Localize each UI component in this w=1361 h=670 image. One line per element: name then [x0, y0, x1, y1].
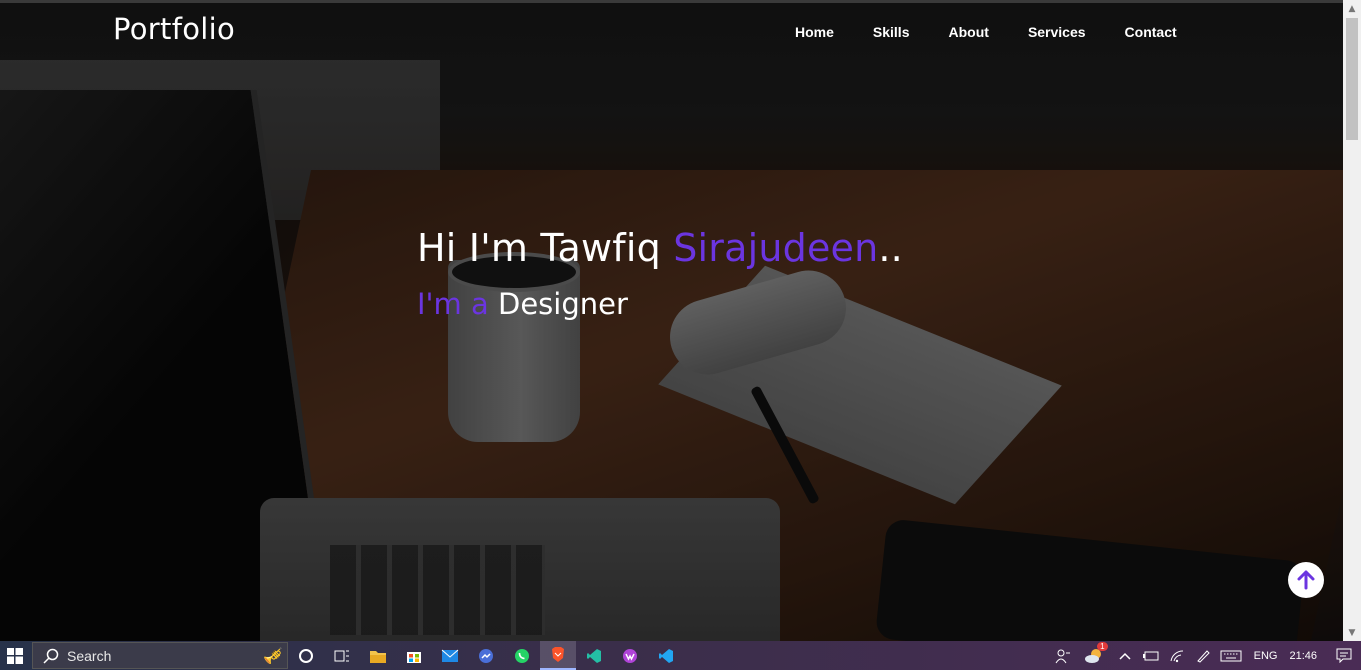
nav-skills[interactable]: Skills: [873, 24, 910, 40]
hero-background: [0, 0, 1343, 641]
scroll-thumb[interactable]: [1346, 18, 1358, 140]
scroll-up-arrow-icon[interactable]: ▲: [1347, 4, 1357, 14]
notifications-icon[interactable]: [1327, 641, 1361, 670]
site-logo[interactable]: Portfolio: [113, 12, 235, 46]
chevron-up-icon[interactable]: [1112, 641, 1138, 670]
nav-contact[interactable]: Contact: [1125, 24, 1177, 40]
greeting-suffix: ..: [878, 226, 903, 270]
search-placeholder: Search: [67, 647, 112, 664]
hero-greeting: Hi I'm Tawfiq Sirajudeen..: [417, 226, 903, 270]
windows-taskbar: Search 🎺 1 ENG 21:46: [0, 641, 1361, 670]
background-overlay: [0, 0, 1343, 641]
app-icon[interactable]: [612, 641, 648, 670]
keyboard-icon[interactable]: [1216, 641, 1246, 670]
brave-icon[interactable]: [540, 641, 576, 670]
file-explorer-icon[interactable]: [360, 641, 396, 670]
weather-icon[interactable]: 1: [1076, 641, 1112, 670]
people-icon[interactable]: [1050, 641, 1076, 670]
greeting-name-accent: Sirajudeen: [673, 226, 879, 270]
language-indicator[interactable]: ENG: [1254, 650, 1278, 662]
messenger-icon[interactable]: [468, 641, 504, 670]
vscode-icon[interactable]: [648, 641, 684, 670]
clock[interactable]: 21:46: [1289, 650, 1317, 662]
trumpet-icon: 🎺: [263, 646, 283, 665]
windows-logo-icon: [7, 647, 23, 664]
browser-edge: [0, 0, 1343, 3]
role-prefix: I'm a: [417, 287, 489, 321]
mail-icon[interactable]: [432, 641, 468, 670]
hero-role: I'm a Designer: [417, 287, 628, 321]
notification-badge: 1: [1097, 642, 1108, 651]
back-to-top-button[interactable]: [1288, 562, 1324, 598]
pen-icon[interactable]: [1190, 641, 1216, 670]
arrow-up-icon: [1297, 570, 1315, 590]
nav-about[interactable]: About: [949, 24, 989, 40]
page-scrollbar[interactable]: ▲ ▼: [1343, 0, 1361, 641]
nav-home[interactable]: Home: [795, 24, 834, 40]
cortana-icon[interactable]: [288, 641, 324, 670]
wifi-icon[interactable]: [1164, 641, 1190, 670]
greeting-prefix: Hi I'm Tawfiq: [417, 226, 674, 270]
system-tray: 1 ENG 21:46: [1050, 641, 1361, 670]
search-icon: [43, 648, 59, 664]
taskbar-search[interactable]: Search 🎺: [32, 642, 288, 669]
vscode-insiders-icon[interactable]: [576, 641, 612, 670]
store-icon[interactable]: [396, 641, 432, 670]
main-nav: Home Skills About Services Contact: [795, 24, 1216, 40]
whatsapp-icon[interactable]: [504, 641, 540, 670]
scroll-down-arrow-icon[interactable]: ▼: [1347, 628, 1357, 638]
battery-icon[interactable]: [1138, 641, 1164, 670]
task-view-icon[interactable]: [324, 641, 360, 670]
nav-services[interactable]: Services: [1028, 24, 1086, 40]
role-text: Designer: [497, 287, 628, 321]
start-button[interactable]: [0, 641, 30, 670]
